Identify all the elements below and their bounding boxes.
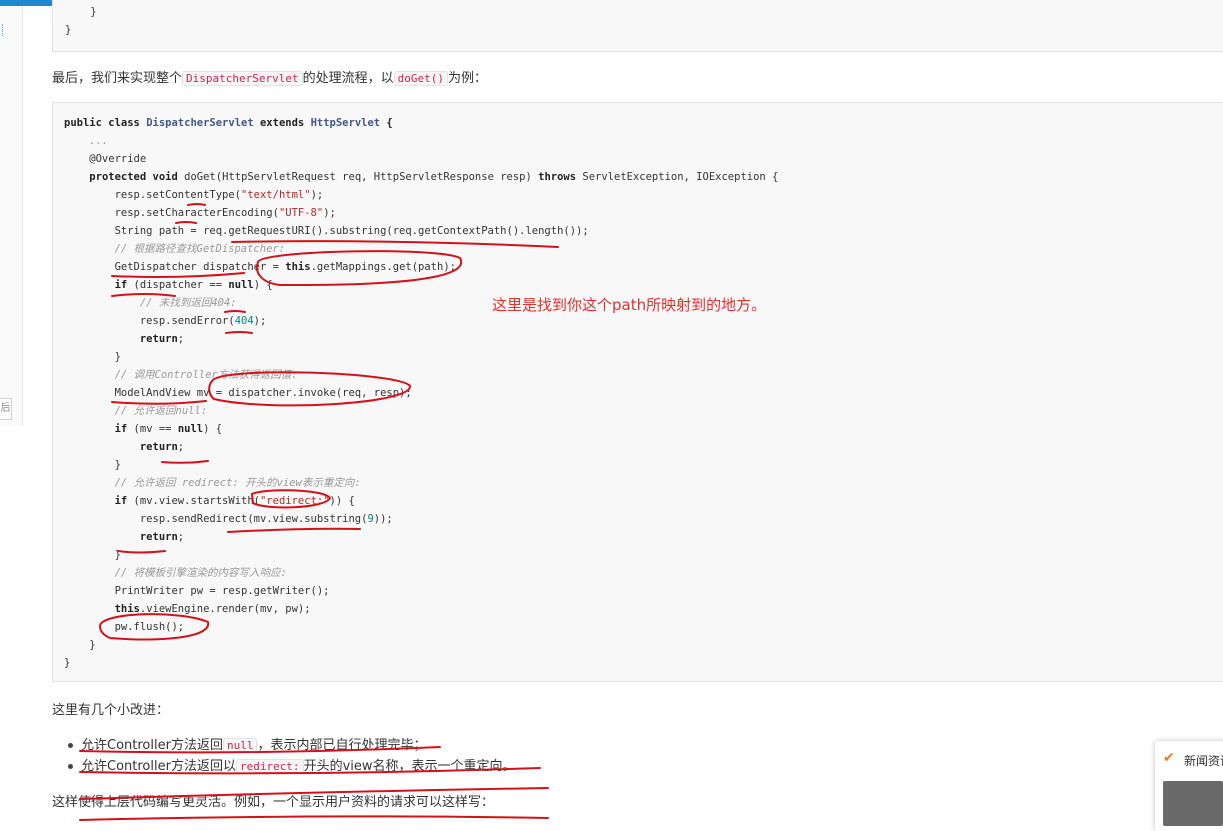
improvements-heading: 这里有几个小改进： <box>52 703 170 718</box>
code-line-23: resp.sendRedirect(mv.view.substring(9)); <box>64 513 393 525</box>
code-line-29: pw.flush(); <box>64 621 185 633</box>
intro-text: 最后，我们来实现整个 <box>52 71 183 86</box>
code-line-14: } <box>64 351 121 363</box>
list-item: 允许Controller方法返回 null ，表示内部已自行处理完毕； <box>68 734 426 753</box>
code-line-2: ... <box>64 135 109 147</box>
previous-code-block: } } <box>52 0 1223 52</box>
inline-code-doget: doGet() <box>393 71 448 86</box>
code-line-8: // 根据路径查找GetDispatcher: <box>64 243 286 255</box>
code-line-18: if (mv == null) { <box>114 423 223 435</box>
code-line-21: // 允许返回 redirect: 开头的view表示重定向: <box>64 477 361 489</box>
intro-text: 的处理流程，以 <box>302 71 394 86</box>
code-line-10: if (dispatcher == null) { <box>114 279 273 291</box>
news-thumbnail[interactable] <box>1163 781 1223 826</box>
outline-indicator <box>2 24 6 36</box>
code-line-11: // 未找到返回404: <box>64 297 237 309</box>
dispatcher-code-block: public class DispatcherServlet extends H… <box>52 102 1223 682</box>
code-line-22: if (mv.view.startsWith("redirect:")) { <box>114 495 355 507</box>
handwritten-annotation: 这里是找到你这个path所映射到的地方。 <box>492 296 767 314</box>
intro-paragraph: 最后，我们来实现整个 DispatcherServlet 的处理流程，以 doGet(… <box>52 67 487 86</box>
inline-code-redirect: redirect: <box>235 759 304 774</box>
code-line-7: String path = req.getRequestURI().substr… <box>64 225 589 237</box>
code-line-12: resp.sendError(404); <box>64 315 267 327</box>
code-line-27: PrintWriter pw = resp.getWriter(); <box>64 585 330 597</box>
code-line-3: @Override <box>64 153 147 165</box>
bullet-dot <box>68 764 73 769</box>
inline-code-dispatcherservlet: DispatcherServlet <box>182 71 303 86</box>
code-line-19: return; <box>139 441 185 453</box>
code-line-15: // 调用Controller方法获得返回值: <box>64 369 298 381</box>
intro-text: 为例： <box>447 71 487 86</box>
news-card-label: 新闻资讯 <box>1184 754 1223 768</box>
code-line-16: ModelAndView mv = dispatcher.invoke(req,… <box>64 387 412 399</box>
code-line-5: resp.setContentType("text/html"); <box>64 189 324 201</box>
closing-paragraph: 这样使得上层代码编写更灵活。例如，一个显示用户资料的请求可以这样写： <box>52 795 495 810</box>
code-line-4: protected void doGet(HttpServletRequest … <box>89 171 779 183</box>
code-line-13: return; <box>139 333 185 345</box>
code-line-9: GetDispatcher dispatcher = this.getMappi… <box>64 261 456 273</box>
news-side-card[interactable]: ✔ 新闻资讯 <box>1155 741 1223 831</box>
code-line: } <box>65 6 97 18</box>
code-line-31: } <box>64 657 71 669</box>
code-line-17: // 允许返回null: <box>64 405 208 417</box>
list-item: 允许Controller方法返回以 redirect: 开头的view名称，表示一个… <box>68 755 516 774</box>
code-line-6: resp.setCharacterEncoding("UTF-8"); <box>64 207 336 219</box>
code-line-20: } <box>64 459 121 471</box>
code-line-28: this.viewEngine.render(mv, pw); <box>114 603 311 615</box>
code-line-1: public class DispatcherServlet extends H… <box>64 117 393 129</box>
outline-toggle-tab[interactable]: 后 <box>0 398 12 420</box>
left-outline-strip <box>0 6 23 426</box>
code-line-30: } <box>64 639 96 651</box>
bullet-dot <box>68 743 73 748</box>
v-logo-icon: ✔ <box>1163 750 1175 766</box>
inline-code-null: null <box>222 738 258 753</box>
code-line-25: } <box>64 549 121 561</box>
code-line-26: // 将模板引擎渲染的内容写入响应: <box>64 567 287 579</box>
code-line-24: return; <box>139 531 185 543</box>
code-line: } <box>65 24 72 36</box>
